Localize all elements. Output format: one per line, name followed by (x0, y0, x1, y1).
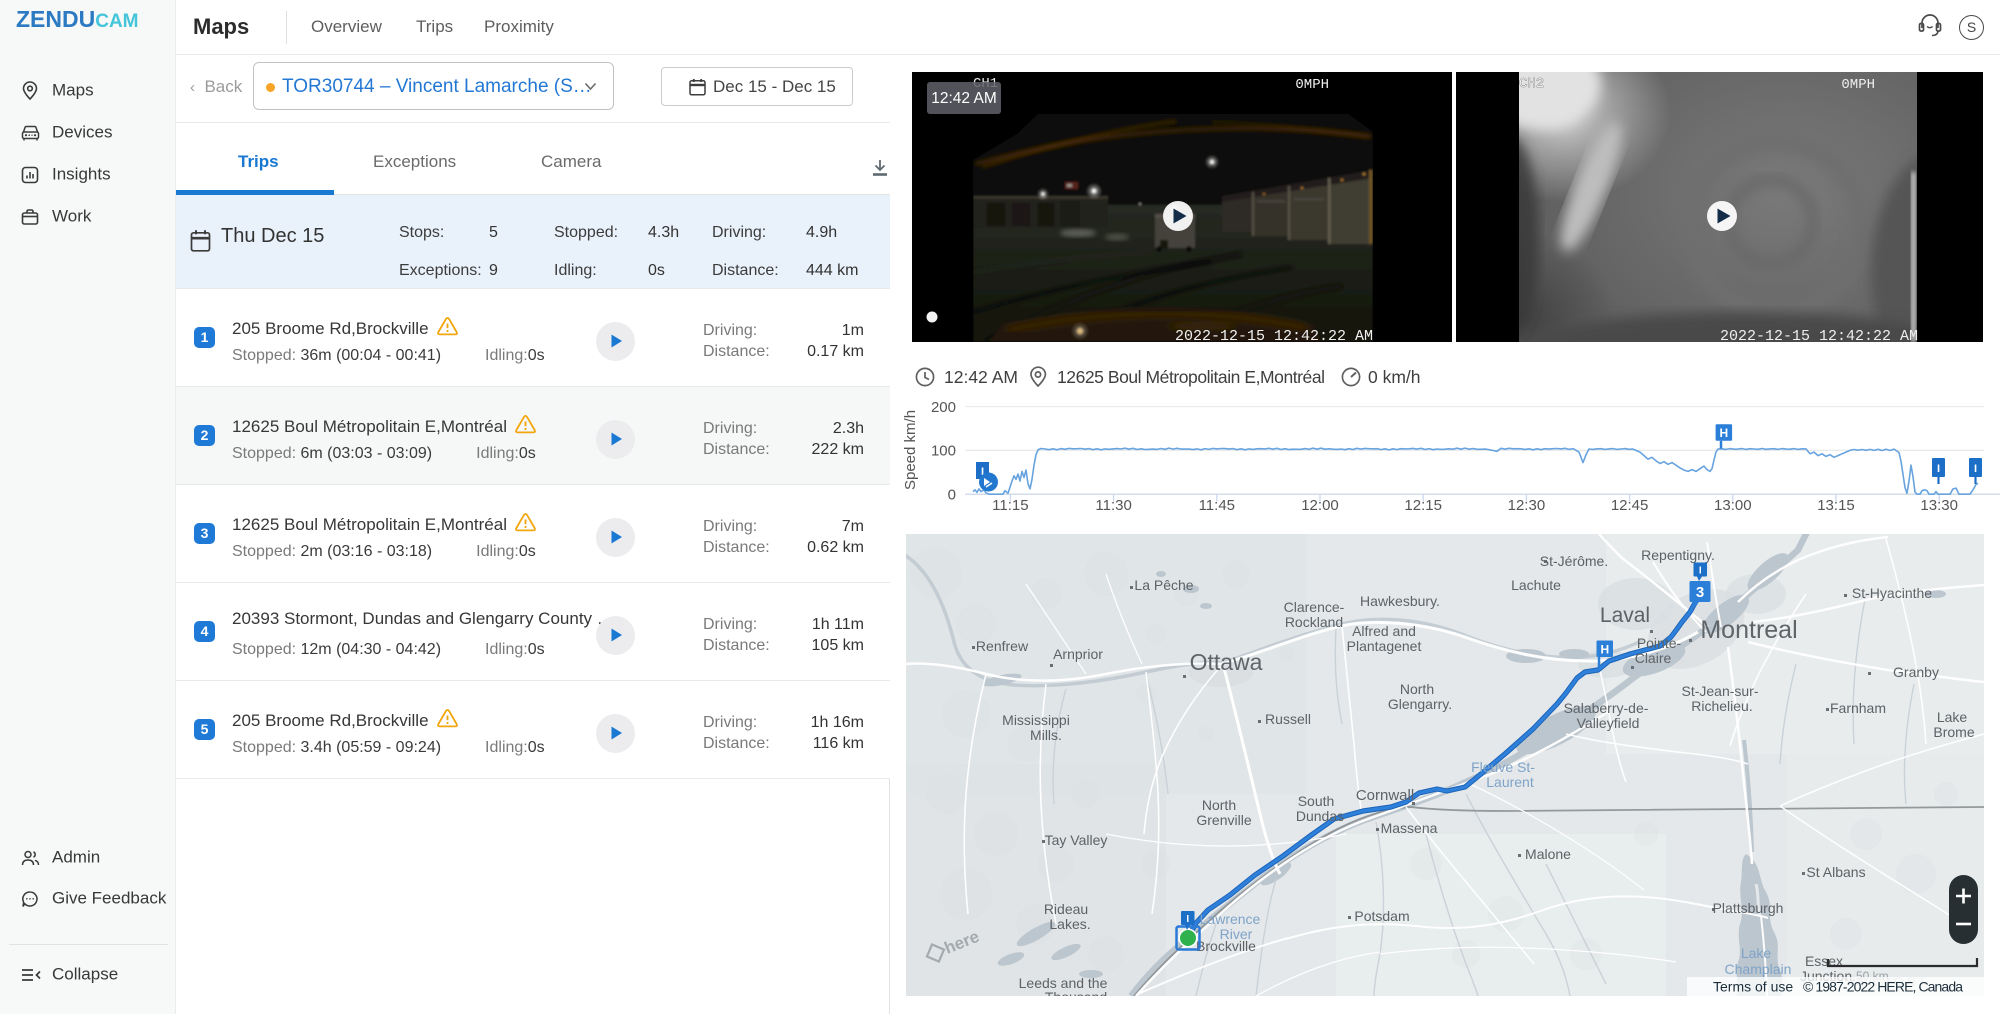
svg-text:Laurent: Laurent (1486, 774, 1534, 790)
svg-text:0MPH: 0MPH (1295, 77, 1329, 93)
svg-text:Fleuve St-: Fleuve St- (1471, 759, 1535, 775)
svg-text:12:30: 12:30 (1508, 497, 1546, 514)
svg-text:Renfrew: Renfrew (976, 638, 1029, 654)
svg-text:Dundas: Dundas (1296, 808, 1344, 824)
svg-text:Lake: Lake (1937, 709, 1968, 725)
svg-text:Malone: Malone (1525, 846, 1571, 862)
svg-text:Laval: Laval (1600, 604, 1650, 627)
svg-text:Brome: Brome (1933, 724, 1974, 740)
svg-text:Lawrence: Lawrence (1200, 911, 1261, 927)
svg-text:Plattsburgh: Plattsburgh (1713, 900, 1784, 916)
svg-text:13:30: 13:30 (1920, 497, 1958, 514)
svg-text:Thousand: Thousand (1045, 989, 1107, 996)
svg-text:13:00: 13:00 (1714, 497, 1752, 514)
svg-text:Russell: Russell (1265, 711, 1311, 727)
svg-text:Hawkesbury.: Hawkesbury. (1360, 593, 1440, 609)
svg-text:0 km/h: 0 km/h (1368, 367, 1421, 387)
svg-text:2022-12-15 12:42:22 AM: 2022-12-15 12:42:22 AM (1720, 328, 1918, 342)
svg-text:La Pêche: La Pêche (1134, 577, 1193, 593)
svg-text:I: I (1937, 463, 1940, 475)
svg-text:Cornwall: Cornwall (1356, 787, 1414, 804)
svg-text:12:42 AM: 12:42 AM (931, 90, 997, 107)
svg-text:Plantagenet: Plantagenet (1347, 638, 1422, 654)
svg-text:Montreal: Montreal (1700, 616, 1797, 644)
svg-text:2022-12-15 12:42:22 AM: 2022-12-15 12:42:22 AM (1175, 328, 1373, 342)
svg-text:12625 Boul Métropolitain E,Mon: 12625 Boul Métropolitain E,Montréal (1057, 367, 1325, 387)
svg-text:St-Hyacinthe: St-Hyacinthe (1852, 585, 1932, 601)
svg-text:I: I (1186, 914, 1189, 925)
svg-text:North: North (1400, 681, 1434, 697)
svg-text:Tay Valley: Tay Valley (1045, 832, 1108, 848)
svg-text:North: North (1202, 797, 1236, 813)
svg-text:Arnprior: Arnprior (1053, 646, 1103, 662)
svg-text:Lakes.: Lakes. (1049, 916, 1090, 932)
svg-text:12:15: 12:15 (1404, 497, 1442, 514)
svg-text:Alfred and: Alfred and (1352, 623, 1416, 639)
svg-text:12:45: 12:45 (1611, 497, 1649, 514)
svg-text:12:42 AM: 12:42 AM (944, 367, 1018, 387)
svg-text:St Albans: St Albans (1806, 864, 1865, 880)
svg-text:St-Jérôme.: St-Jérôme. (1540, 553, 1608, 569)
svg-text:Claire: Claire (1635, 650, 1672, 666)
svg-text:Pointe-: Pointe- (1637, 635, 1682, 651)
svg-text:H: H (1719, 426, 1728, 440)
svg-text:Speed km/h: Speed km/h (902, 410, 919, 490)
svg-text:Lake: Lake (1741, 945, 1772, 961)
svg-text:0: 0 (948, 487, 956, 504)
svg-text:Champlain: Champlain (1725, 961, 1792, 977)
svg-text:© 1987-2022 HERE, Canada: © 1987-2022 HERE, Canada (1803, 979, 1963, 995)
svg-text:11:15: 11:15 (992, 497, 1028, 514)
svg-text:Grenville: Grenville (1196, 812, 1251, 828)
svg-text:Lachute: Lachute (1511, 577, 1561, 593)
svg-text:11:30: 11:30 (1095, 497, 1131, 514)
svg-text:13:15: 13:15 (1817, 497, 1855, 514)
svg-text:12:00: 12:00 (1301, 497, 1339, 514)
svg-text:200: 200 (931, 399, 956, 416)
svg-text:100: 100 (931, 443, 956, 460)
svg-text:Ottawa: Ottawa (1190, 649, 1263, 675)
svg-text:H: H (1600, 643, 1609, 657)
svg-text:Repentigny.: Repentigny. (1641, 547, 1715, 563)
svg-text:Potsdam: Potsdam (1354, 908, 1409, 924)
svg-text:I: I (1699, 566, 1702, 577)
svg-text:CH2: CH2 (1519, 76, 1544, 92)
svg-text:Granby: Granby (1893, 664, 1939, 680)
svg-text:River: River (1220, 926, 1253, 942)
svg-text:Rideau: Rideau (1044, 901, 1088, 917)
svg-text:Mississippi: Mississippi (1002, 712, 1070, 728)
svg-text:Valleyfield: Valleyfield (1577, 715, 1640, 731)
svg-text:Richelieu.: Richelieu. (1691, 698, 1752, 714)
svg-text:Salaberry-de-: Salaberry-de- (1564, 700, 1649, 716)
svg-text:Massena: Massena (1381, 820, 1438, 836)
svg-text:South: South (1298, 793, 1335, 809)
svg-text:Mills.: Mills. (1030, 727, 1062, 743)
svg-text:Clarence-: Clarence- (1284, 599, 1345, 615)
svg-text:St-Jean-sur-: St-Jean-sur- (1681, 683, 1758, 699)
svg-text:0MPH: 0MPH (1841, 77, 1875, 93)
svg-text:3: 3 (1696, 584, 1704, 601)
svg-text:Rockland: Rockland (1285, 614, 1343, 630)
svg-text:11:45: 11:45 (1199, 497, 1235, 514)
svg-text:Glengarry.: Glengarry. (1388, 696, 1452, 712)
svg-text:I: I (1974, 463, 1977, 475)
svg-text:Terms of use: Terms of use (1713, 979, 1793, 995)
svg-text:Farnham: Farnham (1830, 700, 1886, 716)
